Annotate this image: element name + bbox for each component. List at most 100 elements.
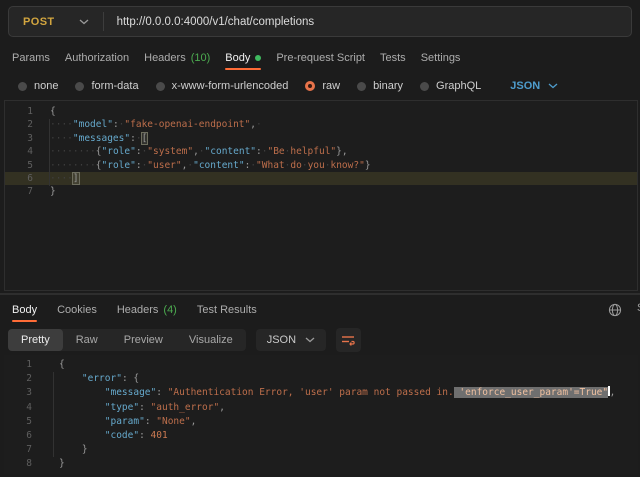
code-token: :	[139, 402, 150, 413]
response-body-editor[interactable]: 1 {2 "error": {3 "message": "Authenticati…	[4, 355, 638, 474]
code-token: "Authentication Error, 'user' param not …	[168, 387, 454, 398]
radio-x-www-form-urlencoded[interactable]: x-www-form-urlencoded	[156, 80, 289, 92]
radio-binary[interactable]: binary	[357, 80, 403, 92]
code-token	[59, 373, 82, 384]
response-tab-headers[interactable]: Headers (4)	[117, 296, 177, 323]
method-label: POST	[23, 16, 55, 28]
code-token: "auth_error"	[151, 402, 220, 413]
tab-body[interactable]: Body	[225, 45, 261, 71]
request-body-editor[interactable]: 1{2····"model":·"fake-openai-endpoint",·…	[4, 100, 638, 291]
line-number: 5	[5, 159, 33, 172]
code-token: }	[82, 444, 88, 455]
code-token: [	[142, 133, 148, 144]
code-token	[59, 387, 105, 398]
globe-icon[interactable]	[608, 303, 622, 317]
radio-graphql[interactable]: GraphQL	[420, 80, 481, 92]
code-line: 2····"model":·"fake-openai-endpoint",·	[5, 118, 637, 131]
tab-params[interactable]: Params	[12, 45, 50, 71]
chevron-down-icon	[548, 83, 558, 89]
code-token: ········	[50, 160, 96, 171]
line-number: 3	[5, 132, 33, 145]
tab-authorization[interactable]: Authorization	[65, 45, 129, 71]
code-token: "None"	[156, 416, 190, 427]
radio-icon	[420, 82, 429, 91]
request-language-dropdown[interactable]: JSON	[510, 80, 558, 92]
code-token: "content"	[205, 146, 256, 157]
method-selector[interactable]: POST	[9, 16, 103, 28]
url-input[interactable]: http://0.0.0.0:4000/v1/chat/completions	[117, 16, 315, 28]
chevron-down-icon	[305, 337, 315, 343]
code-line: 7 }	[4, 443, 638, 457]
code-token	[59, 416, 105, 427]
chevron-down-icon	[79, 19, 89, 25]
code-token: ····	[50, 133, 73, 144]
radio-raw[interactable]: raw	[305, 80, 340, 92]
code-token: ·	[256, 119, 262, 130]
view-raw-button[interactable]: Raw	[63, 329, 111, 351]
code-token: "role"	[102, 146, 136, 157]
tab-pre-request-script[interactable]: Pre-request Script	[276, 45, 365, 71]
response-tabs: Body Cookies Headers (4) Test Results S	[0, 296, 640, 323]
code-token: ,	[191, 416, 197, 427]
code-token: {	[59, 359, 65, 370]
response-language-dropdown[interactable]: JSON	[256, 329, 326, 351]
line-number: 1	[5, 105, 33, 118]
line-number: 4	[4, 401, 32, 415]
indent-guide	[53, 372, 54, 457]
section-divider	[0, 293, 640, 295]
view-visualize-button[interactable]: Visualize	[176, 329, 246, 351]
code-token: helpful"	[290, 146, 336, 157]
line-number: 2	[4, 372, 32, 386]
code-token: ····	[50, 119, 73, 130]
code-line: 5 "param": "None",	[4, 415, 638, 429]
code-line: 2 "error": {	[4, 372, 638, 386]
postman-dark-window: { "request_bar": { "method": "POST", "ur…	[0, 0, 640, 477]
code-token: "message"	[105, 387, 156, 398]
code-line: 3····"messages":·[	[5, 132, 637, 145]
code-token: do	[290, 160, 301, 171]
tab-settings[interactable]: Settings	[421, 45, 461, 71]
code-token: ········	[50, 146, 96, 157]
code-token: ·	[136, 133, 142, 144]
code-token: :	[156, 387, 167, 398]
code-token: you	[308, 160, 325, 171]
line-number: 7	[5, 185, 33, 198]
view-preview-button[interactable]: Preview	[111, 329, 176, 351]
view-pretty-button[interactable]: Pretty	[8, 329, 63, 351]
request-tabs: Params Authorization Headers (10) Body P…	[0, 45, 640, 71]
radio-form-data[interactable]: form-data	[75, 80, 138, 92]
code-line: 4 "type": "auth_error",	[4, 401, 638, 415]
response-tab-cookies[interactable]: Cookies	[57, 296, 97, 323]
radio-icon	[18, 82, 27, 91]
line-number: 6	[5, 172, 33, 185]
response-tab-body[interactable]: Body	[12, 296, 37, 323]
code-token: }	[50, 186, 56, 197]
code-line: 4········{"role":·"system",·"content":·"…	[5, 145, 637, 158]
response-headers-count-badge: (4)	[163, 304, 176, 316]
code-token: "role"	[102, 160, 136, 171]
code-token	[59, 444, 82, 455]
code-token: "user"	[147, 160, 181, 171]
response-tab-test-results[interactable]: Test Results	[197, 296, 257, 323]
code-token: "param"	[105, 416, 145, 427]
tab-tests[interactable]: Tests	[380, 45, 406, 71]
selected-text: 'enforce_user_param'=True"	[454, 387, 608, 398]
radio-none[interactable]: none	[18, 80, 58, 92]
radio-icon	[75, 82, 84, 91]
code-line: 3 "message": "Authentication Error, 'use…	[4, 386, 638, 400]
code-token: ]	[73, 173, 79, 184]
line-number: 1	[4, 358, 32, 372]
code-token: :	[145, 416, 156, 427]
code-token: "Be	[267, 146, 284, 157]
tab-headers[interactable]: Headers (10)	[144, 45, 210, 71]
radio-icon	[156, 82, 165, 91]
wrap-text-icon	[341, 334, 356, 346]
code-token: "code"	[105, 430, 139, 441]
code-line: 5········{"role":·"user",·"content":·"Wh…	[5, 159, 637, 172]
body-type-row: none form-data x-www-form-urlencoded raw…	[0, 74, 640, 98]
active-tab-underline	[225, 68, 261, 70]
response-toolbar: Pretty Raw Preview Visualize JSON	[8, 328, 361, 352]
wrap-text-button[interactable]	[336, 328, 361, 352]
code-line: 1{	[5, 105, 637, 118]
line-number: 4	[5, 145, 33, 158]
